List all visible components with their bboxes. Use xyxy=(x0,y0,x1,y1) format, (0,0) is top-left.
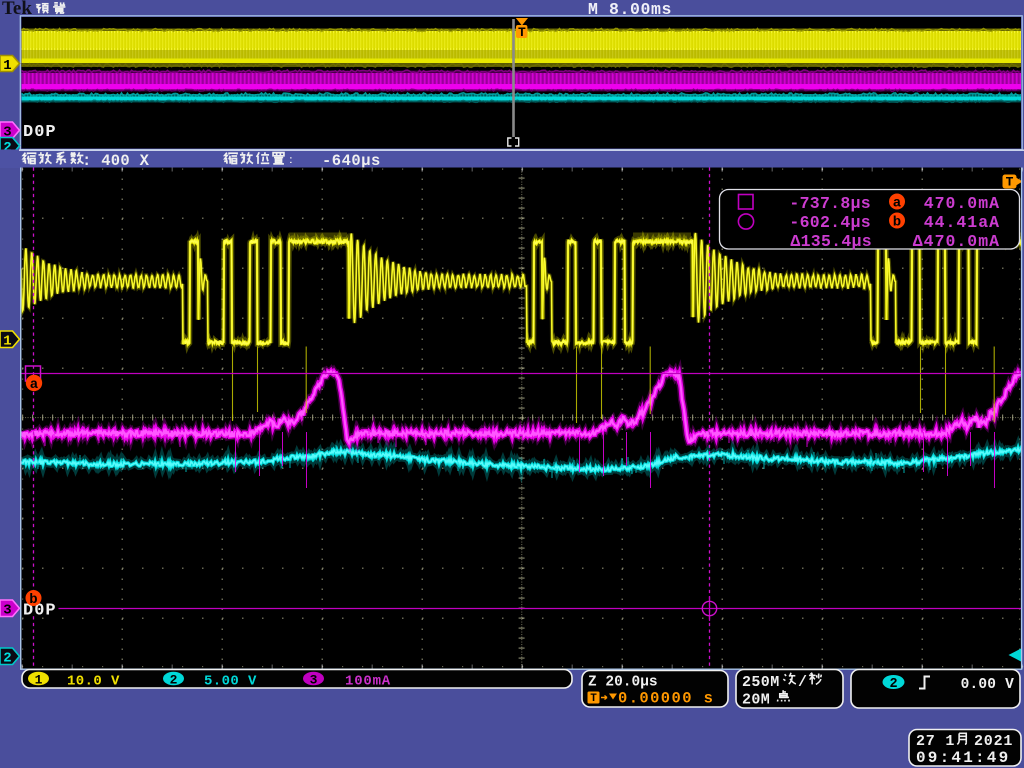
svg-text:5.00 V: 5.00 V xyxy=(204,674,257,690)
svg-text:2: 2 xyxy=(170,673,178,688)
svg-text:/: / xyxy=(798,674,807,691)
svg-text:T: T xyxy=(518,25,526,40)
svg-text:20M: 20M xyxy=(742,692,770,709)
svg-text:3: 3 xyxy=(310,673,318,688)
svg-text:Δ470.0mA: Δ470.0mA xyxy=(913,232,1000,251)
svg-text:a: a xyxy=(893,196,902,212)
svg-text:-602.4µs: -602.4µs xyxy=(789,213,871,232)
svg-text:T: T xyxy=(590,693,597,705)
svg-text:b: b xyxy=(29,592,37,608)
svg-text:D0P: D0P xyxy=(23,602,57,621)
svg-text:470.0mA: 470.0mA xyxy=(924,194,1000,213)
svg-text:Z 20.0µs: Z 20.0µs xyxy=(588,675,658,691)
svg-text:1: 1 xyxy=(3,58,11,74)
svg-text:100mA: 100mA xyxy=(345,674,391,690)
svg-text:D0P: D0P xyxy=(23,123,57,142)
svg-text:Δ135.4µs: Δ135.4µs xyxy=(790,232,872,251)
svg-text:2: 2 xyxy=(3,651,11,667)
svg-text:250M: 250M xyxy=(742,674,780,691)
svg-text:2021: 2021 xyxy=(974,733,1013,750)
svg-text:27 1: 27 1 xyxy=(916,733,955,750)
svg-text:09:41:49: 09:41:49 xyxy=(916,749,1010,767)
svg-text:1: 1 xyxy=(35,673,43,688)
svg-text:b: b xyxy=(893,215,901,231)
svg-text:: 400 X: : 400 X xyxy=(82,152,150,170)
svg-text:0.00000 s: 0.00000 s xyxy=(618,690,714,708)
svg-text:1: 1 xyxy=(3,334,11,350)
svg-text:-640µs: -640µs xyxy=(322,152,381,170)
svg-text:10.0 V: 10.0 V xyxy=(67,674,120,690)
svg-text:-737.8µs: -737.8µs xyxy=(789,194,871,213)
svg-text:T: T xyxy=(1006,175,1014,190)
svg-text:0.00 V: 0.00 V xyxy=(961,677,1015,693)
svg-text:2: 2 xyxy=(889,677,897,692)
svg-text:3: 3 xyxy=(3,603,11,619)
svg-text:44.41aA: 44.41aA xyxy=(924,213,1000,232)
svg-text:a: a xyxy=(30,377,39,393)
